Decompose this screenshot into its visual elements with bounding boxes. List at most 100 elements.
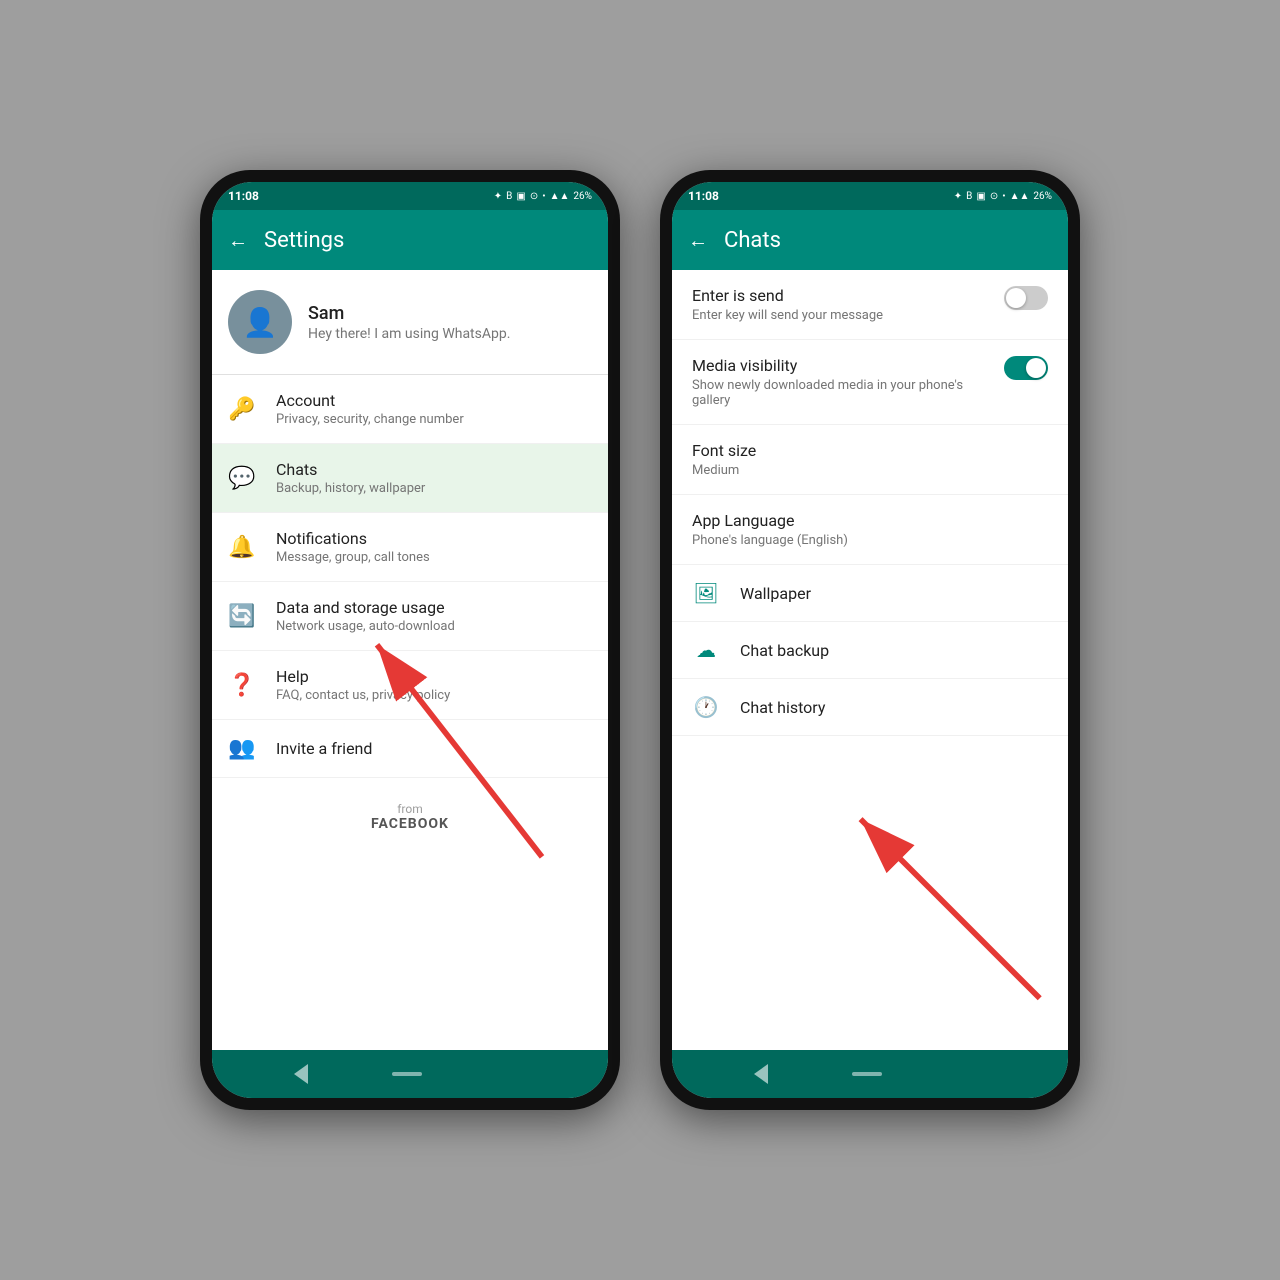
bt-icon-2: ✦ [954,191,962,202]
wa-icon: ⊙ [530,191,538,202]
chat-history-item[interactable]: 🕐 Chat history [672,679,1068,736]
b-icon-2: B [966,191,972,202]
back-button-2[interactable]: ← [688,228,708,253]
notifications-title: Notifications [276,529,430,548]
bottom-bar-2 [672,1050,1068,1098]
facebook-label: FACEBOOK [228,816,592,832]
enter-is-send-title: Enter is send Enter key will send your m… [692,286,883,323]
chats-icon: 💬 [228,466,256,491]
wallpaper-item[interactable]: 🖼 Wallpaper [672,565,1068,622]
phone-1-screen: 11:08 ✦ B ▣ ⊙ • ▲▲ 26% ← Settings [212,182,608,1098]
enter-toggle[interactable] [1004,286,1048,310]
font-size-subtitle: Medium [692,463,1048,478]
back-gesture[interactable] [294,1064,308,1084]
help-title: Help [276,667,450,686]
media-visibility-item[interactable]: Media visibility Show newly downloaded m… [672,340,1068,425]
enter-toggle-knob [1006,288,1026,308]
invite-icon: 👥 [228,736,256,761]
phone-1: 11:08 ✦ B ▣ ⊙ • ▲▲ 26% ← Settings [200,170,620,1110]
enter-is-send-item[interactable]: Enter is send Enter key will send your m… [672,270,1068,340]
data-text: Data and storage usage Network usage, au… [276,598,455,634]
phone-2-body: 11:08 ✦ B ▣ ⊙ • ▲▲ 26% ← Chats [660,170,1080,1110]
account-icon: 🔑 [228,397,256,422]
media-subtitle-text: Show newly downloaded media in your phon… [692,378,1004,408]
wa-icon-2: ⊙ [990,191,998,202]
chats-settings-content: Enter is send Enter key will send your m… [672,270,1068,1050]
chat-backup-item[interactable]: ☁ Chat backup [672,622,1068,679]
signal-icon-2: ▲▲ [1010,191,1030,202]
settings-item-invite[interactable]: 👥 Invite a friend [212,720,608,778]
app-language-subtitle: Phone's language (English) [692,533,1048,548]
chats-title: Chats [276,460,425,479]
account-title: Account [276,391,464,410]
phone-2-screen: 11:08 ✦ B ▣ ⊙ • ▲▲ 26% ← Chats [672,182,1068,1098]
profile-info: Sam Hey there! I am using WhatsApp. [308,303,510,342]
chat-backup-icon: ☁ [692,638,720,662]
signal-icon: ▲▲ [550,191,570,202]
profile-status: Hey there! I am using WhatsApp. [308,326,510,342]
enter-title-text: Enter is send [692,286,883,305]
font-size-item[interactable]: Font size Medium [672,425,1068,495]
enter-is-send-row: Enter is send Enter key will send your m… [692,286,1048,323]
app-bar-2: ← Chats [672,210,1068,270]
home-gesture-2[interactable] [852,1072,882,1076]
media-toggle-knob [1026,358,1046,378]
settings-item-chats[interactable]: 💬 Chats Backup, history, wallpaper [212,444,608,513]
wallpaper-title: Wallpaper [740,584,811,603]
b-icon: B [506,191,512,202]
settings-content: 👤 Sam Hey there! I am using WhatsApp. 🔑 … [212,270,608,1050]
chat-history-icon: 🕐 [692,695,720,719]
chats-text: Chats Backup, history, wallpaper [276,460,425,496]
notifications-subtitle: Message, group, call tones [276,550,430,565]
notifications-icon: 🔔 [228,535,256,560]
status-icons-1: ✦ B ▣ ⊙ • ▲▲ 26% [494,191,592,202]
dot-icon-2: • [1002,191,1005,202]
phone-1-body: 11:08 ✦ B ▣ ⊙ • ▲▲ 26% ← Settings [200,170,620,1110]
time-1: 11:08 [228,189,259,203]
chat-backup-title: Chat backup [740,641,829,660]
help-icon: ❓ [228,673,256,698]
home-gesture[interactable] [392,1072,422,1076]
profile-name: Sam [308,303,510,324]
settings-item-help[interactable]: ❓ Help FAQ, contact us, privacy policy [212,651,608,720]
msg-icon: ▣ [516,191,525,202]
battery-icon: 26% [573,191,592,202]
media-visibility-info: Media visibility Show newly downloaded m… [692,356,1004,408]
media-visibility-row: Media visibility Show newly downloaded m… [692,356,1048,408]
back-button-1[interactable]: ← [228,228,248,253]
status-bar-1: 11:08 ✦ B ▣ ⊙ • ▲▲ 26% [212,182,608,210]
chats-screen-title: Chats [724,228,781,253]
dot-icon: • [542,191,545,202]
font-size-title: Font size [692,441,1048,460]
chat-history-title: Chat history [740,698,825,717]
app-language-title: App Language [692,511,1048,530]
battery-icon-2: 26% [1033,191,1052,202]
invite-title: Invite a friend [276,739,372,758]
status-icons-2: ✦ B ▣ ⊙ • ▲▲ 26% [954,191,1052,202]
profile-section[interactable]: 👤 Sam Hey there! I am using WhatsApp. [212,270,608,375]
phone-2: 11:08 ✦ B ▣ ⊙ • ▲▲ 26% ← Chats [660,170,1080,1110]
bottom-bar-1 [212,1050,608,1098]
back-gesture-2[interactable] [754,1064,768,1084]
invite-text: Invite a friend [276,739,372,758]
help-text: Help FAQ, contact us, privacy policy [276,667,450,703]
from-label: from [228,802,592,816]
time-2: 11:08 [688,189,719,203]
account-subtitle: Privacy, security, change number [276,412,464,427]
settings-item-data[interactable]: 🔄 Data and storage usage Network usage, … [212,582,608,651]
enter-subtitle-text: Enter key will send your message [692,308,883,323]
account-text: Account Privacy, security, change number [276,391,464,427]
app-bar-1: ← Settings [212,210,608,270]
bt-icon: ✦ [494,191,502,202]
settings-item-notifications[interactable]: 🔔 Notifications Message, group, call ton… [212,513,608,582]
wallpaper-icon: 🖼 [692,581,720,605]
data-title: Data and storage usage [276,598,455,617]
msg-icon-2: ▣ [976,191,985,202]
footer-section: from FACEBOOK [212,778,608,856]
chats-subtitle: Backup, history, wallpaper [276,481,425,496]
app-language-item[interactable]: App Language Phone's language (English) [672,495,1068,565]
settings-item-account[interactable]: 🔑 Account Privacy, security, change numb… [212,375,608,444]
media-toggle[interactable] [1004,356,1048,380]
media-title-text: Media visibility [692,356,1004,375]
status-bar-2: 11:08 ✦ B ▣ ⊙ • ▲▲ 26% [672,182,1068,210]
